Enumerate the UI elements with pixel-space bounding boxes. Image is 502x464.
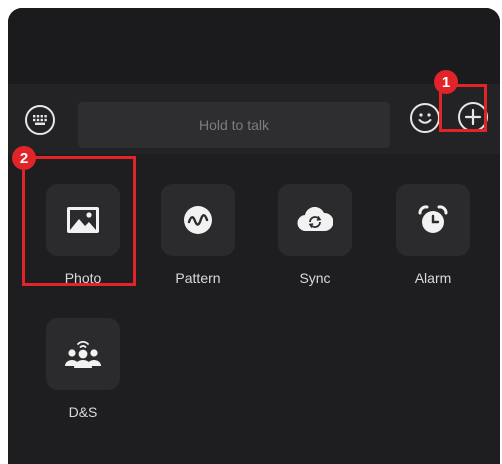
hold-to-talk-label: Hold to talk xyxy=(198,117,270,133)
feature-pattern[interactable]: Pattern xyxy=(161,184,235,286)
emoji-button[interactable] xyxy=(410,103,440,133)
highlight-ds-tile xyxy=(22,156,136,286)
feature-pattern-label: Pattern xyxy=(175,270,221,286)
keyboard-icon xyxy=(33,115,47,125)
step-badge-1: 1 xyxy=(434,70,458,94)
feature-ds-icon-box xyxy=(46,318,120,390)
feature-alarm-icon-box xyxy=(396,184,470,256)
feature-sync[interactable]: Sync xyxy=(278,184,352,286)
input-bar: Hold to talk xyxy=(8,84,500,154)
group-icon xyxy=(65,341,101,368)
pattern-icon xyxy=(184,206,212,234)
step-badge-2: 2 xyxy=(12,146,36,170)
alarm-icon xyxy=(418,205,448,233)
feature-sync-label: Sync xyxy=(299,270,331,286)
emoji-icon xyxy=(418,113,432,124)
feature-ds[interactable]: D&S xyxy=(46,318,120,420)
keyboard-button[interactable] xyxy=(25,105,55,135)
feature-alarm[interactable]: Alarm xyxy=(396,184,470,286)
sync-icon xyxy=(297,207,333,232)
hold-to-talk-button[interactable]: Hold to talk xyxy=(78,102,390,148)
feature-ds-label: D&S xyxy=(68,404,98,420)
top-bar xyxy=(8,8,500,84)
feature-alarm-label: Alarm xyxy=(414,270,452,286)
feature-sync-icon-box xyxy=(278,184,352,256)
feature-pattern-icon-box xyxy=(161,184,235,256)
